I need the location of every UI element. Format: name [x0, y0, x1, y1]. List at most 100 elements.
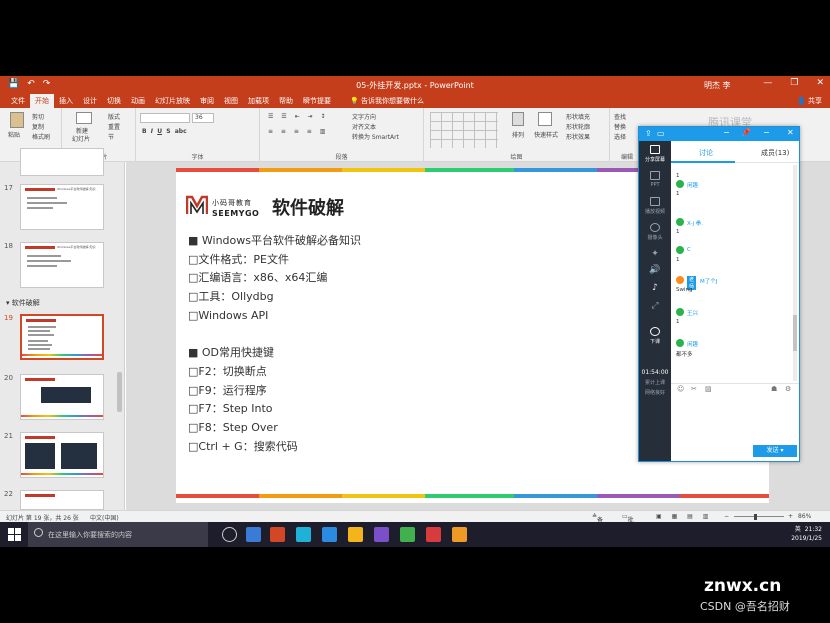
- shapes-gallery[interactable]: [430, 112, 498, 148]
- camera-item[interactable]: 摄像头: [639, 223, 671, 241]
- slide-thumbnail-21[interactable]: [20, 432, 104, 478]
- chat-scrollbar[interactable]: [793, 165, 797, 381]
- close-chat-button[interactable]: ✕: [787, 128, 794, 137]
- message-sender[interactable]: 闲趣: [687, 181, 698, 189]
- slide-thumbnail-22[interactable]: [20, 490, 104, 510]
- select-button[interactable]: 选择: [614, 132, 626, 141]
- sublime-icon[interactable]: [452, 527, 467, 542]
- slide-thumbnail-16[interactable]: [20, 148, 104, 176]
- send-button[interactable]: 发送 ▾: [753, 445, 797, 457]
- smartart-button[interactable]: 转换为 SmartArt: [352, 132, 399, 141]
- tab-1[interactable]: 开始: [30, 94, 54, 108]
- tencent-classroom-icon[interactable]: [296, 527, 311, 542]
- clock-time[interactable]: 21:32: [805, 526, 822, 533]
- ppt-item[interactable]: PPT: [639, 171, 671, 188]
- arrange-icon[interactable]: [512, 112, 524, 126]
- zoom-level[interactable]: 86%: [798, 513, 811, 520]
- clock-date[interactable]: 2019/1/25: [791, 535, 822, 542]
- users-icon[interactable]: ☗: [771, 385, 777, 393]
- cut-button[interactable]: 剪切: [32, 112, 44, 121]
- align-text-button[interactable]: 对齐文本: [352, 122, 376, 131]
- tab-11[interactable]: 瞬节提要: [298, 94, 336, 108]
- collapse-icon[interactable]: −: [763, 128, 770, 137]
- format-painter-button[interactable]: 格式刷: [32, 132, 50, 141]
- taskview-icon[interactable]: [246, 527, 261, 542]
- shape-effects-button[interactable]: 形状效果: [566, 132, 590, 141]
- chat-input[interactable]: [671, 395, 799, 449]
- image-icon[interactable]: ▨: [705, 385, 712, 393]
- clion-icon[interactable]: [400, 527, 415, 542]
- tab-2[interactable]: 插入: [54, 94, 78, 108]
- slide-thumbnail-18[interactable]: Windows平台软件破解-知识: [20, 242, 104, 288]
- new-slide-icon[interactable]: [76, 112, 92, 124]
- window-icon[interactable]: ▭: [657, 129, 665, 138]
- zoom-slider[interactable]: [734, 516, 784, 517]
- expand-icon[interactable]: ⤢: [639, 301, 671, 311]
- layout-button[interactable]: 版式: [108, 112, 120, 121]
- music-icon[interactable]: ♪: [639, 283, 671, 293]
- view-buttons[interactable]: ▣ ▦ ▤ ▥: [656, 513, 712, 520]
- thumbnails-scrollbar[interactable]: [117, 372, 122, 412]
- share-button[interactable]: 👤 共享: [797, 96, 822, 106]
- section-button[interactable]: 节: [108, 132, 114, 141]
- tab-members[interactable]: 成员(13): [761, 148, 789, 158]
- slide-thumbnail-19-selected[interactable]: [20, 314, 104, 360]
- user-name[interactable]: 明杰 李: [704, 80, 731, 91]
- pin-icon[interactable]: 📌: [741, 128, 751, 137]
- slide-thumbnail-17[interactable]: Windows平台软件破解-知识: [20, 184, 104, 230]
- message-sender[interactable]: X-j 拳.: [687, 219, 703, 227]
- zoom-slider-thumb[interactable]: [754, 514, 757, 520]
- shape-outline-button[interactable]: 形状轮廓: [566, 122, 590, 131]
- visual-studio-icon[interactable]: [374, 527, 389, 542]
- windows-start-icon[interactable]: [8, 528, 21, 541]
- message-sender[interactable]: M了个J: [700, 277, 717, 285]
- message-sender[interactable]: C: [687, 247, 691, 253]
- app-icon[interactable]: [322, 527, 337, 542]
- tab-8[interactable]: 视图: [219, 94, 243, 108]
- message-sender[interactable]: 闲趣: [687, 340, 698, 348]
- notes-button[interactable]: ≙ 备注: [592, 513, 603, 533]
- gamepad-icon[interactable]: ✦: [639, 249, 671, 259]
- paste-icon[interactable]: [10, 112, 24, 128]
- bold-button[interactable]: B I U S abc: [142, 128, 187, 135]
- message-sender[interactable]: 王兴: [687, 309, 698, 317]
- text-direction-button[interactable]: 文字方向: [352, 112, 376, 121]
- shape-fill-button[interactable]: 形状填充: [566, 112, 590, 121]
- language-indicator[interactable]: 中文(中国): [90, 513, 119, 522]
- chat-scroll-thumb[interactable]: [793, 315, 797, 351]
- paste-button[interactable]: 粘贴: [8, 130, 20, 139]
- minimize-button[interactable]: —: [763, 78, 772, 88]
- tab-0[interactable]: 文件: [6, 94, 30, 108]
- quick-styles-button[interactable]: 快速样式: [534, 130, 558, 139]
- zoom-out-button[interactable]: −: [724, 513, 729, 520]
- hangup-item[interactable]: 下课: [639, 327, 671, 345]
- tab-3[interactable]: 设计: [78, 94, 102, 108]
- tab-discussion[interactable]: 讨论: [699, 148, 713, 158]
- emoji-icon[interactable]: ☺: [677, 385, 684, 393]
- maximize-button[interactable]: ❐: [790, 78, 798, 88]
- cortana-icon[interactable]: [222, 527, 237, 542]
- tell-me-search[interactable]: 💡 告诉我你想要做什么: [350, 96, 424, 106]
- tab-5[interactable]: 动画: [126, 94, 150, 108]
- replace-button[interactable]: 替换: [614, 122, 626, 131]
- powerpoint-icon[interactable]: [270, 527, 285, 542]
- close-button[interactable]: ✕: [816, 78, 824, 88]
- taskbar-search[interactable]: 在这里输入你要搜索的内容: [28, 522, 208, 547]
- quick-styles-icon[interactable]: [538, 112, 552, 126]
- play-video-item[interactable]: 播放视频: [639, 197, 671, 215]
- folder-icon[interactable]: [348, 527, 363, 542]
- slide-thumbnail-20[interactable]: [20, 374, 104, 420]
- ime-indicator[interactable]: 英: [795, 526, 801, 533]
- speaker-icon[interactable]: 🔊: [639, 265, 671, 275]
- tab-6[interactable]: 幻灯片放映: [150, 94, 195, 108]
- zoom-in-button[interactable]: +: [788, 513, 793, 520]
- share-screen-item[interactable]: 分享屏幕: [639, 145, 671, 163]
- minimize-chat-button[interactable]: −: [723, 128, 730, 137]
- settings-icon[interactable]: ⚙: [785, 385, 791, 393]
- tab-7[interactable]: 审阅: [195, 94, 219, 108]
- c-ide-icon[interactable]: [426, 527, 441, 542]
- arrange-button[interactable]: 排列: [512, 130, 524, 139]
- reset-button[interactable]: 重置: [108, 122, 120, 131]
- list-buttons[interactable]: ☰ ☰ ⇤ ⇥ ↕: [268, 113, 328, 120]
- tab-4[interactable]: 切换: [102, 94, 126, 108]
